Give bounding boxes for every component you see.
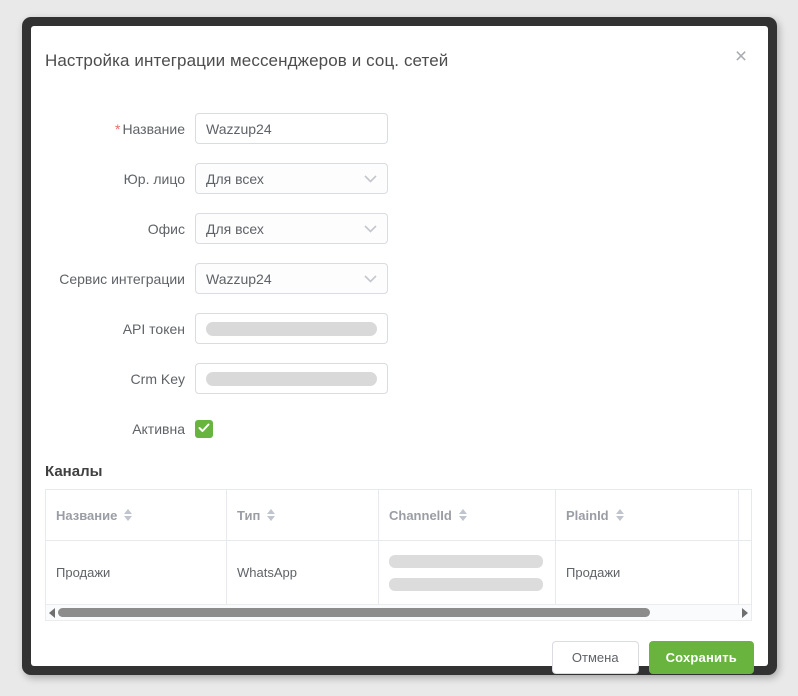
sort-icon[interactable] — [616, 509, 624, 521]
redacted-value-bar — [389, 578, 543, 591]
save-button[interactable]: Сохранить — [649, 641, 754, 674]
column-header-name[interactable]: Название — [46, 490, 227, 540]
office-select[interactable]: Для всех — [195, 213, 388, 244]
dialog-footer: Отмена Сохранить — [45, 641, 754, 674]
integration-service-select[interactable]: Wazzup24 — [195, 263, 388, 294]
cancel-button[interactable]: Отмена — [552, 641, 639, 674]
active-label: Активна — [45, 421, 185, 437]
sort-icon[interactable] — [267, 509, 275, 521]
integration-form: *Название Юр. лицо Для всех Офис Для все… — [45, 113, 754, 444]
office-selected-value: Для всех — [206, 221, 264, 237]
channels-table-header: Название Тип ChannelId PlainId — [46, 490, 751, 541]
crm-key-input[interactable] — [195, 363, 388, 394]
column-header-channelid[interactable]: ChannelId — [379, 490, 556, 540]
legal-entity-selected-value: Для всех — [206, 171, 264, 187]
legal-entity-select[interactable]: Для всех — [195, 163, 388, 194]
redacted-channel-id — [389, 555, 545, 591]
scroll-left-arrow-icon[interactable] — [49, 608, 55, 618]
form-row-name: *Название — [45, 113, 754, 144]
modal-window-frame: Настройка интеграции мессенджеров и соц.… — [22, 17, 777, 675]
name-input[interactable] — [195, 113, 388, 144]
spacer-column — [739, 490, 751, 540]
cell-plain-id: Продажи — [556, 541, 739, 604]
integration-service-label: Сервис интеграции — [45, 271, 185, 287]
table-row: Продажи WhatsApp Продажи — [46, 541, 751, 605]
form-row-api-token: API токен — [45, 313, 754, 344]
legal-entity-label: Юр. лицо — [45, 171, 185, 187]
sort-icon[interactable] — [459, 509, 467, 521]
horizontal-scrollbar[interactable] — [45, 605, 752, 621]
required-asterisk: * — [115, 121, 120, 137]
form-row-legal-entity: Юр. лицо Для всех — [45, 163, 754, 194]
form-row-office: Офис Для всех — [45, 213, 754, 244]
office-label: Офис — [45, 221, 185, 237]
dialog-title: Настройка интеграции мессенджеров и соц.… — [45, 51, 754, 71]
form-row-active: Активна — [45, 413, 754, 444]
check-icon — [198, 420, 210, 438]
chevron-down-icon — [364, 275, 377, 283]
form-row-crm-key: Crm Key — [45, 363, 754, 394]
cell-channel-name: Продажи — [46, 541, 227, 604]
redacted-value-bar — [206, 322, 377, 336]
channels-table: Название Тип ChannelId PlainId — [45, 489, 752, 605]
active-checkbox[interactable] — [195, 420, 213, 438]
integration-service-selected-value: Wazzup24 — [206, 271, 272, 287]
column-header-type[interactable]: Тип — [227, 490, 379, 540]
cell-channel-id — [379, 541, 556, 604]
scrollbar-thumb[interactable] — [58, 608, 650, 617]
scroll-right-arrow-icon[interactable] — [742, 608, 748, 618]
column-header-plainid[interactable]: PlainId — [556, 490, 739, 540]
redacted-value-bar — [206, 372, 377, 386]
close-icon[interactable]: × — [730, 46, 752, 68]
api-token-input[interactable] — [195, 313, 388, 344]
channels-section-heading: Каналы — [45, 463, 754, 480]
spacer-column — [739, 541, 751, 604]
name-field-label: *Название — [45, 121, 185, 137]
api-token-label: API токен — [45, 321, 185, 337]
sort-icon[interactable] — [124, 509, 132, 521]
crm-key-label: Crm Key — [45, 371, 185, 387]
redacted-value-bar — [389, 555, 543, 568]
integration-settings-dialog: Настройка интеграции мессенджеров и соц.… — [31, 26, 768, 666]
form-row-integration-service: Сервис интеграции Wazzup24 — [45, 263, 754, 294]
cell-channel-type: WhatsApp — [227, 541, 379, 604]
chevron-down-icon — [364, 175, 377, 183]
chevron-down-icon — [364, 225, 377, 233]
